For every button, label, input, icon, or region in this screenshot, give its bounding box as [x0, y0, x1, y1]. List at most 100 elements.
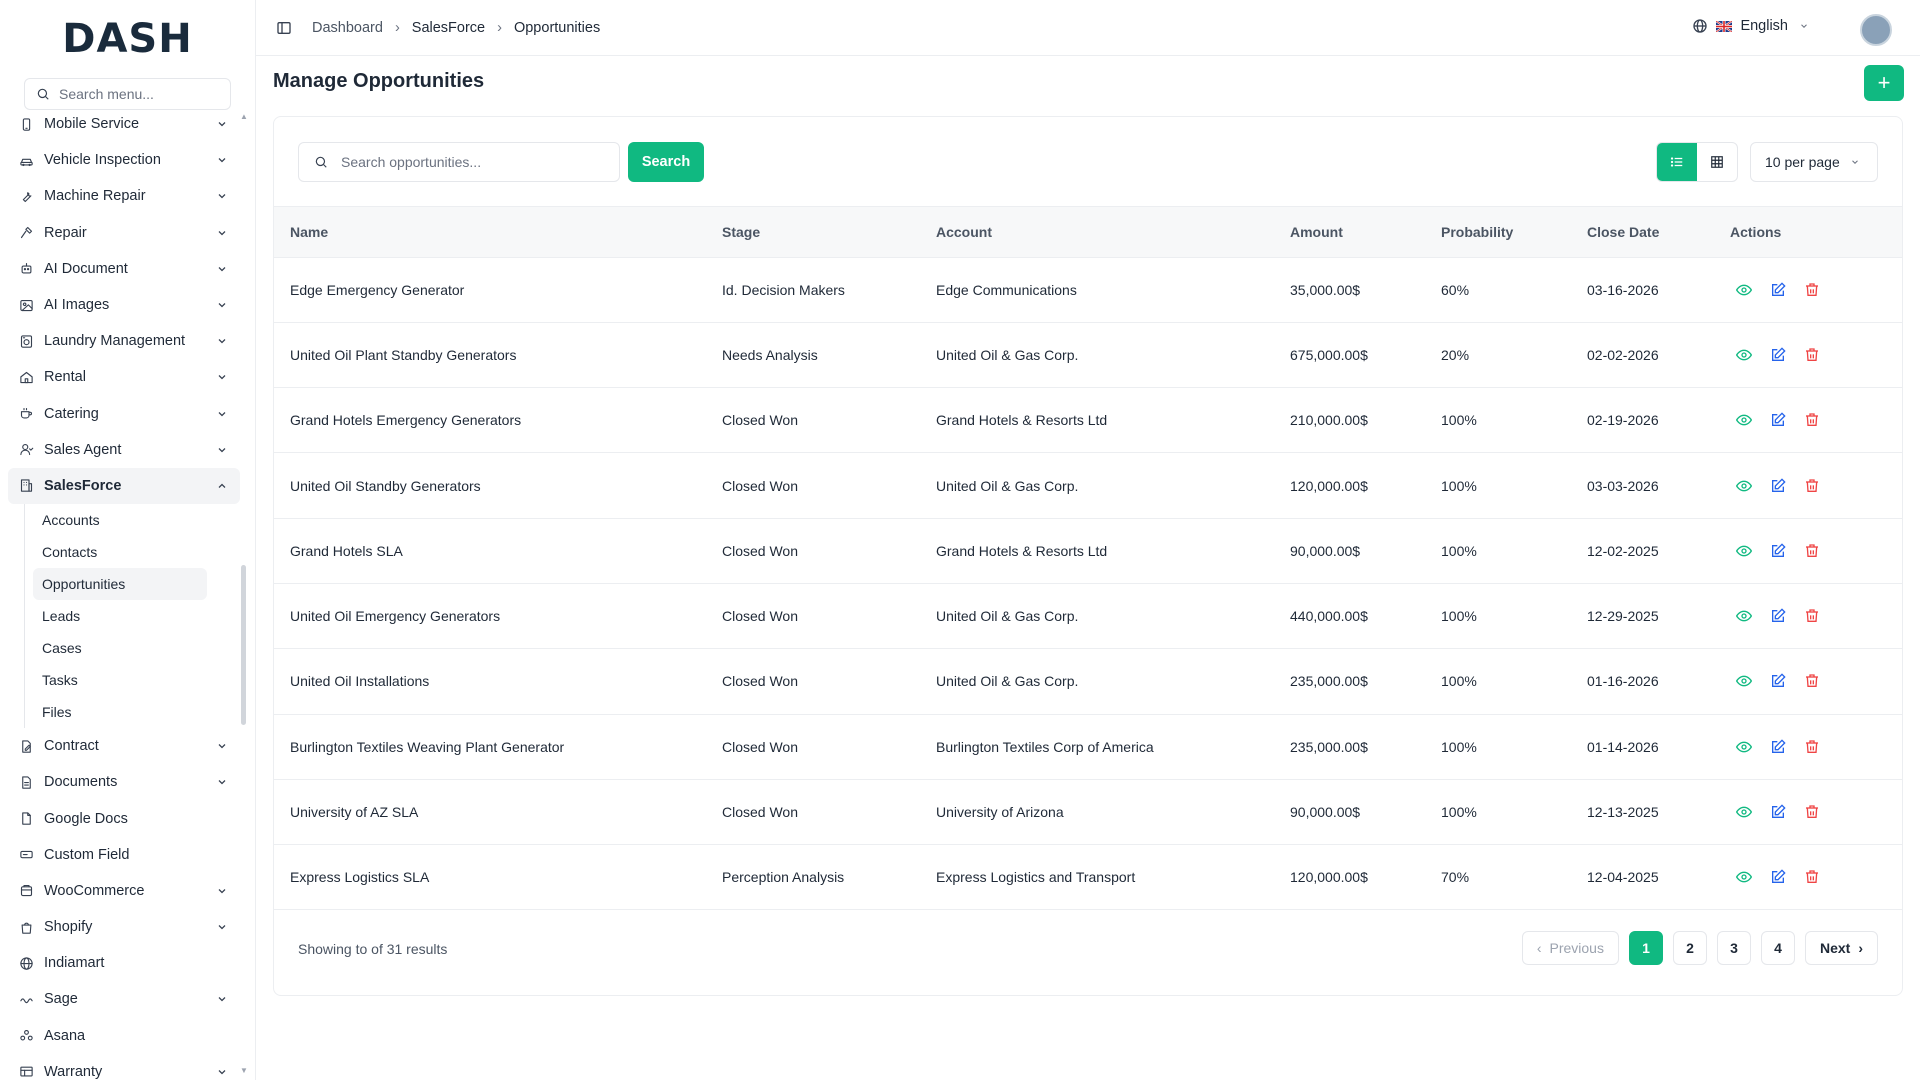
view-eye-icon[interactable]: [1736, 608, 1752, 624]
sidebar-subitem-files[interactable]: Files: [33, 696, 207, 728]
sidebar-item-sage[interactable]: Sage: [8, 981, 240, 1017]
cell-close-date: 02-02-2026: [1587, 346, 1659, 363]
delete-trash-icon[interactable]: [1804, 478, 1820, 494]
cell-close-date: 01-14-2026: [1587, 738, 1659, 755]
sidebar-item-repair[interactable]: Repair: [8, 215, 240, 251]
page-button-1[interactable]: 1: [1628, 931, 1663, 965]
sidebar-subitem-opportunities[interactable]: Opportunities: [33, 568, 207, 601]
edit-icon[interactable]: [1770, 739, 1786, 755]
page-button-4[interactable]: 4: [1760, 931, 1795, 965]
page-button-3[interactable]: 3: [1716, 931, 1751, 965]
sidebar-item-ai-document[interactable]: AI Document: [8, 251, 240, 287]
sidebar-subitem-contacts[interactable]: Contacts: [33, 536, 207, 568]
view-eye-icon[interactable]: [1736, 673, 1752, 689]
cell-close-date: 02-19-2026: [1587, 412, 1659, 429]
edit-icon[interactable]: [1770, 673, 1786, 689]
scroll-up-arrow[interactable]: ▲: [240, 112, 248, 121]
add-opportunity-button[interactable]: +: [1864, 65, 1904, 101]
sidebar-item-custom-field[interactable]: Custom Field: [8, 837, 240, 873]
breadcrumb-dashboard[interactable]: Dashboard: [312, 20, 383, 36]
edit-icon[interactable]: [1770, 477, 1786, 494]
grid-view-button[interactable]: [1697, 143, 1737, 181]
cell-amount: 235,000.00$: [1290, 738, 1368, 755]
sidebar-item-label: Sales Agent: [44, 441, 122, 458]
sidebar-item-rental[interactable]: Rental: [8, 359, 240, 395]
sidebar-item-label: AI Document: [44, 260, 128, 277]
delete-trash-icon[interactable]: [1804, 739, 1820, 755]
sidebar-toggle-icon[interactable]: [276, 20, 292, 36]
sidebar-item-mobile-service[interactable]: Mobile Service: [8, 106, 240, 142]
sidebar-item-laundry-management[interactable]: Laundry Management: [8, 323, 240, 359]
view-eye-icon[interactable]: [1736, 739, 1752, 755]
delete-trash-icon[interactable]: [1804, 412, 1820, 428]
sidebar-scrollbar[interactable]: [241, 565, 246, 725]
globe-icon: [18, 955, 34, 971]
delete-trash-icon[interactable]: [1804, 673, 1820, 689]
sidebar-subitem-accounts[interactable]: Accounts: [33, 504, 207, 536]
previous-page-button[interactable]: ‹ Previous: [1521, 931, 1619, 965]
sidebar-subitem-tasks[interactable]: Tasks: [33, 664, 207, 696]
view-eye-icon[interactable]: [1736, 412, 1752, 428]
sidebar-item-asana[interactable]: Asana: [8, 1018, 240, 1054]
cell-probability: 100%: [1441, 412, 1477, 429]
delete-trash-icon[interactable]: [1804, 608, 1820, 624]
next-page-button[interactable]: Next ›: [1804, 931, 1878, 965]
row-actions: [1730, 739, 1902, 755]
sidebar-item-warranty[interactable]: Warranty: [8, 1054, 240, 1080]
sidebar-item-vehicle-inspection[interactable]: Vehicle Inspection: [8, 142, 240, 178]
sidebar-item-indiamart[interactable]: Indiamart: [8, 945, 240, 981]
opportunity-search-input[interactable]: Search opportunities...: [298, 142, 620, 182]
sidebar-item-documents[interactable]: Documents: [8, 764, 240, 800]
sidebar-item-catering[interactable]: Catering: [8, 396, 240, 432]
page-button-2[interactable]: 2: [1672, 931, 1707, 965]
sidebar-item-salesforce[interactable]: SalesForce: [8, 467, 240, 505]
user-avatar[interactable]: [1860, 14, 1892, 46]
sidebar-item-contract[interactable]: Contract: [8, 728, 240, 764]
scroll-down-arrow[interactable]: ▼: [240, 1066, 248, 1075]
sidebar-item-shopify[interactable]: Shopify: [8, 909, 240, 945]
sidebar-item-ai-images[interactable]: AI Images: [8, 287, 240, 323]
sidebar-item-google-docs[interactable]: Google Docs: [8, 800, 240, 836]
view-eye-icon[interactable]: [1736, 804, 1752, 820]
brand-logo[interactable]: DASH: [0, 0, 255, 78]
cell-probability: 100%: [1441, 542, 1477, 559]
cart-icon: [18, 883, 34, 899]
edit-icon[interactable]: [1770, 543, 1786, 559]
chevron-down-icon: [214, 369, 230, 385]
uk-flag-icon: [1716, 18, 1733, 34]
edit-icon[interactable]: [1770, 804, 1786, 820]
language-selector[interactable]: English: [1692, 18, 1812, 34]
view-eye-icon[interactable]: [1736, 347, 1752, 363]
view-eye-icon[interactable]: [1736, 543, 1752, 559]
phone-icon: [18, 116, 34, 132]
breadcrumb-salesforce[interactable]: SalesForce: [412, 20, 485, 36]
sidebar-item-label: Custom Field: [44, 846, 130, 863]
edit-icon[interactable]: [1770, 347, 1786, 363]
delete-trash-icon[interactable]: [1804, 543, 1820, 559]
cell-close-date: 03-03-2026: [1587, 477, 1659, 494]
sidebar-item-woocommerce[interactable]: WooCommerce: [8, 873, 240, 909]
edit-icon[interactable]: [1770, 282, 1786, 298]
view-eye-icon[interactable]: [1736, 478, 1752, 494]
delete-trash-icon[interactable]: [1804, 347, 1820, 363]
edit-icon[interactable]: [1770, 412, 1786, 428]
delete-trash-icon[interactable]: [1804, 869, 1820, 885]
cell-name: Edge Emergency Generator: [290, 281, 465, 298]
search-button[interactable]: Search: [628, 142, 704, 182]
list-view-button[interactable]: [1657, 143, 1697, 181]
per-page-select[interactable]: 10 per page: [1750, 142, 1878, 182]
sidebar-item-sales-agent[interactable]: Sales Agent: [8, 432, 240, 468]
sidebar-subitem-cases[interactable]: Cases: [33, 632, 207, 664]
pagination: ‹ Previous 1234 Next ›: [1521, 931, 1878, 965]
chevron-right-icon: ›: [1858, 940, 1863, 956]
sidebar-subitem-leads[interactable]: Leads: [33, 600, 207, 632]
delete-trash-icon[interactable]: [1804, 804, 1820, 820]
delete-trash-icon[interactable]: [1804, 282, 1820, 298]
edit-icon[interactable]: [1770, 869, 1786, 885]
view-eye-icon[interactable]: [1736, 282, 1752, 298]
edit-icon[interactable]: [1770, 608, 1786, 624]
view-eye-icon[interactable]: [1736, 869, 1752, 885]
sidebar-item-machine-repair[interactable]: Machine Repair: [8, 178, 240, 214]
results-summary: Showing to of 31 results: [298, 941, 448, 957]
cell-stage: Closed Won: [722, 738, 799, 755]
